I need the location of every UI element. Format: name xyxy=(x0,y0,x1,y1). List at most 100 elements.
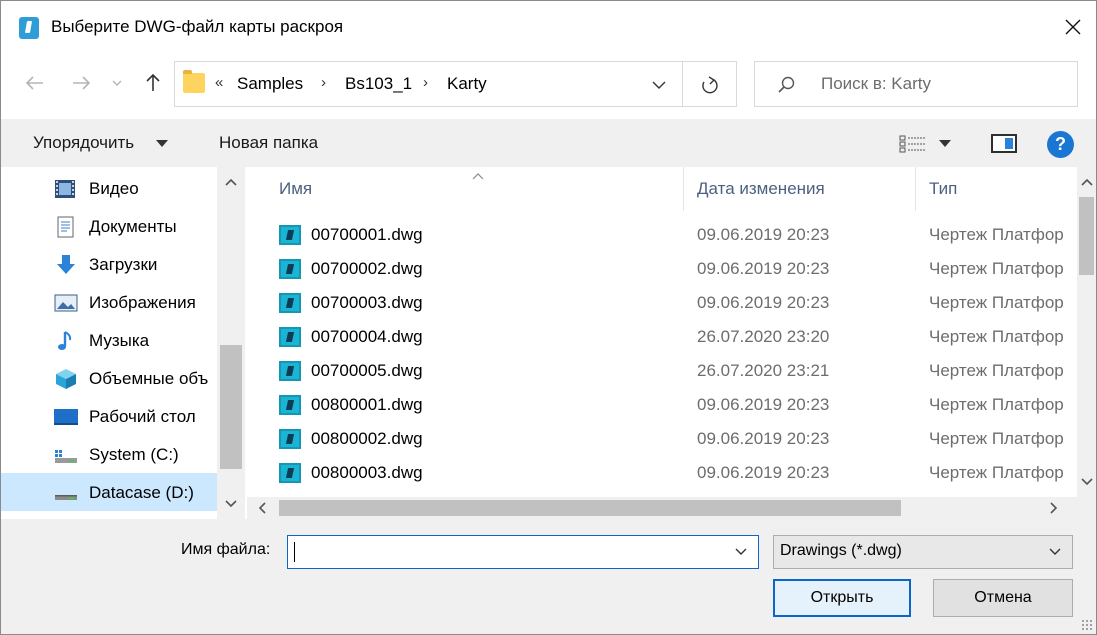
nav-item-label: System (C:) xyxy=(89,445,179,464)
cancel-button[interactable]: Отмена xyxy=(933,579,1073,617)
navigation-scrollbar[interactable] xyxy=(217,167,245,519)
file-list-vertical-scrollbar[interactable] xyxy=(1077,167,1096,497)
nav-item-pictures[interactable]: Изображения xyxy=(1,283,217,321)
file-name: 00800003.dwg xyxy=(311,463,423,482)
nav-item-music[interactable]: Музыка xyxy=(1,321,217,359)
filename-label: Имя файла: xyxy=(181,541,271,558)
title-bar: Выберите DWG-файл карты раскроя xyxy=(1,1,1096,53)
command-toolbar: Упорядочить Новая папка xyxy=(1,119,1096,167)
nav-item-documents[interactable]: Документы xyxy=(1,207,217,245)
file-row[interactable]: 00700002.dwg 09.06.2019 20:23 Чертеж Пла… xyxy=(247,253,1077,287)
file-name: 00700002.dwg xyxy=(311,259,423,278)
address-bar[interactable]: « Samples › Bs103_1 › Karty xyxy=(174,61,737,107)
file-open-dialog: Выберите DWG-файл карты раскроя « Sample… xyxy=(0,0,1097,635)
nav-item-video[interactable]: Видео xyxy=(1,169,217,207)
filename-input[interactable] xyxy=(287,535,759,569)
column-header-type[interactable]: Тип xyxy=(929,179,957,223)
scroll-down-icon[interactable] xyxy=(1080,477,1094,487)
breadcrumb-overflow[interactable]: « xyxy=(215,74,223,91)
resize-grip[interactable] xyxy=(1081,619,1093,631)
music-icon xyxy=(58,331,72,350)
breadcrumb-bs103[interactable]: Bs103_1 xyxy=(345,74,412,94)
scroll-thumb[interactable] xyxy=(220,345,242,469)
file-date: 09.06.2019 20:23 xyxy=(697,293,830,312)
close-icon xyxy=(1065,19,1081,35)
dwg-file-icon xyxy=(279,259,301,279)
dwg-file-icon xyxy=(279,463,301,483)
video-icon xyxy=(55,180,75,198)
nav-item-downloads[interactable]: Загрузки xyxy=(1,245,217,283)
folder-icon xyxy=(183,70,205,93)
address-history-dropdown[interactable] xyxy=(645,70,673,98)
file-row[interactable]: 00700003.dwg 09.06.2019 20:23 Чертеж Пла… xyxy=(247,287,1077,321)
file-type: Чертеж Платфор xyxy=(929,361,1064,380)
nav-item-label: Datacase (D:) xyxy=(89,483,194,502)
back-button[interactable] xyxy=(21,69,49,97)
recent-locations-button[interactable] xyxy=(109,69,125,97)
caret-down-icon[interactable] xyxy=(156,140,168,147)
new-folder-button[interactable]: Новая папка xyxy=(219,133,318,153)
refresh-button[interactable] xyxy=(691,70,727,98)
pictures-icon xyxy=(54,294,78,312)
nav-item-datacase-drive[interactable]: Datacase (D:) xyxy=(1,473,217,511)
nav-item-label: Документы xyxy=(89,217,177,236)
dialog-footer: Имя файла: Drawings (*.dwg) Открыть Отме… xyxy=(1,519,1096,634)
scroll-left-icon[interactable] xyxy=(257,502,267,514)
filetype-select[interactable]: Drawings (*.dwg) xyxy=(773,535,1073,569)
scroll-right-icon[interactable] xyxy=(1049,502,1059,514)
chevron-down-icon xyxy=(112,80,122,86)
scroll-up-icon[interactable] xyxy=(224,177,238,187)
breadcrumb-samples[interactable]: Samples xyxy=(237,74,303,94)
caret-down-icon[interactable] xyxy=(939,140,951,147)
file-list-horizontal-scrollbar[interactable] xyxy=(247,497,1077,519)
file-row[interactable]: 00800003.dwg 09.06.2019 20:23 Чертеж Пла… xyxy=(247,457,1077,491)
documents-icon xyxy=(57,216,74,238)
file-date: 09.06.2019 20:23 xyxy=(697,259,830,278)
view-options-icon[interactable] xyxy=(899,135,927,153)
preview-pane-icon[interactable] xyxy=(991,134,1017,153)
dwg-file-icon xyxy=(279,327,301,347)
file-date: 26.07.2020 23:21 xyxy=(697,361,830,380)
column-divider[interactable] xyxy=(915,167,916,211)
chevron-right-icon[interactable]: › xyxy=(423,74,428,91)
help-icon[interactable]: ? xyxy=(1047,131,1074,158)
up-button[interactable] xyxy=(139,69,167,97)
breadcrumb-karty[interactable]: Karty xyxy=(447,74,487,94)
chevron-right-icon[interactable]: › xyxy=(321,74,326,91)
file-date: 09.06.2019 20:23 xyxy=(697,429,830,448)
search-box[interactable]: Поиск в: Karty xyxy=(754,61,1078,107)
file-row[interactable]: 00800002.dwg 09.06.2019 20:23 Чертеж Пла… xyxy=(247,423,1077,457)
chevron-down-icon[interactable] xyxy=(734,546,748,558)
file-row[interactable]: 00700005.dwg 26.07.2020 23:21 Чертеж Пла… xyxy=(247,355,1077,389)
nav-item-system-drive[interactable]: System (C:) xyxy=(1,435,217,473)
nav-item-3d-objects[interactable]: Объемные объ xyxy=(1,359,217,397)
scroll-down-icon[interactable] xyxy=(224,499,238,509)
drive-icon xyxy=(55,495,77,500)
chevron-down-icon xyxy=(1049,548,1061,555)
nav-item-label: Загрузки xyxy=(89,255,158,274)
column-header-date[interactable]: Дата изменения xyxy=(697,179,825,223)
file-row[interactable]: 00700004.dwg 26.07.2020 23:20 Чертеж Пла… xyxy=(247,321,1077,355)
file-name: 00700001.dwg xyxy=(311,225,423,244)
close-button[interactable] xyxy=(1050,1,1096,53)
file-type: Чертеж Платфор xyxy=(929,293,1064,312)
scroll-up-icon[interactable] xyxy=(1080,177,1094,187)
file-type: Чертеж Платфор xyxy=(929,463,1064,482)
column-divider[interactable] xyxy=(683,167,684,211)
file-row[interactable]: 00700001.dwg 09.06.2019 20:23 Чертеж Пла… xyxy=(247,219,1077,253)
arrow-right-icon xyxy=(73,76,91,90)
file-type: Чертеж Платфор xyxy=(929,429,1064,448)
open-button-label: Открыть xyxy=(810,589,874,606)
dwg-file-icon xyxy=(279,429,301,449)
nav-item-desktop[interactable]: Рабочий стол xyxy=(1,397,217,435)
organize-button[interactable]: Упорядочить xyxy=(33,133,134,153)
column-header-name[interactable]: Имя xyxy=(279,179,312,223)
file-name: 00800002.dwg xyxy=(311,429,423,448)
address-divider xyxy=(682,62,683,106)
forward-button[interactable] xyxy=(67,69,95,97)
scroll-thumb[interactable] xyxy=(1079,197,1094,275)
scroll-thumb[interactable] xyxy=(279,500,901,516)
file-type: Чертеж Платфор xyxy=(929,327,1064,346)
open-button[interactable]: Открыть xyxy=(773,579,911,617)
file-row[interactable]: 00800001.dwg 09.06.2019 20:23 Чертеж Пла… xyxy=(247,389,1077,423)
